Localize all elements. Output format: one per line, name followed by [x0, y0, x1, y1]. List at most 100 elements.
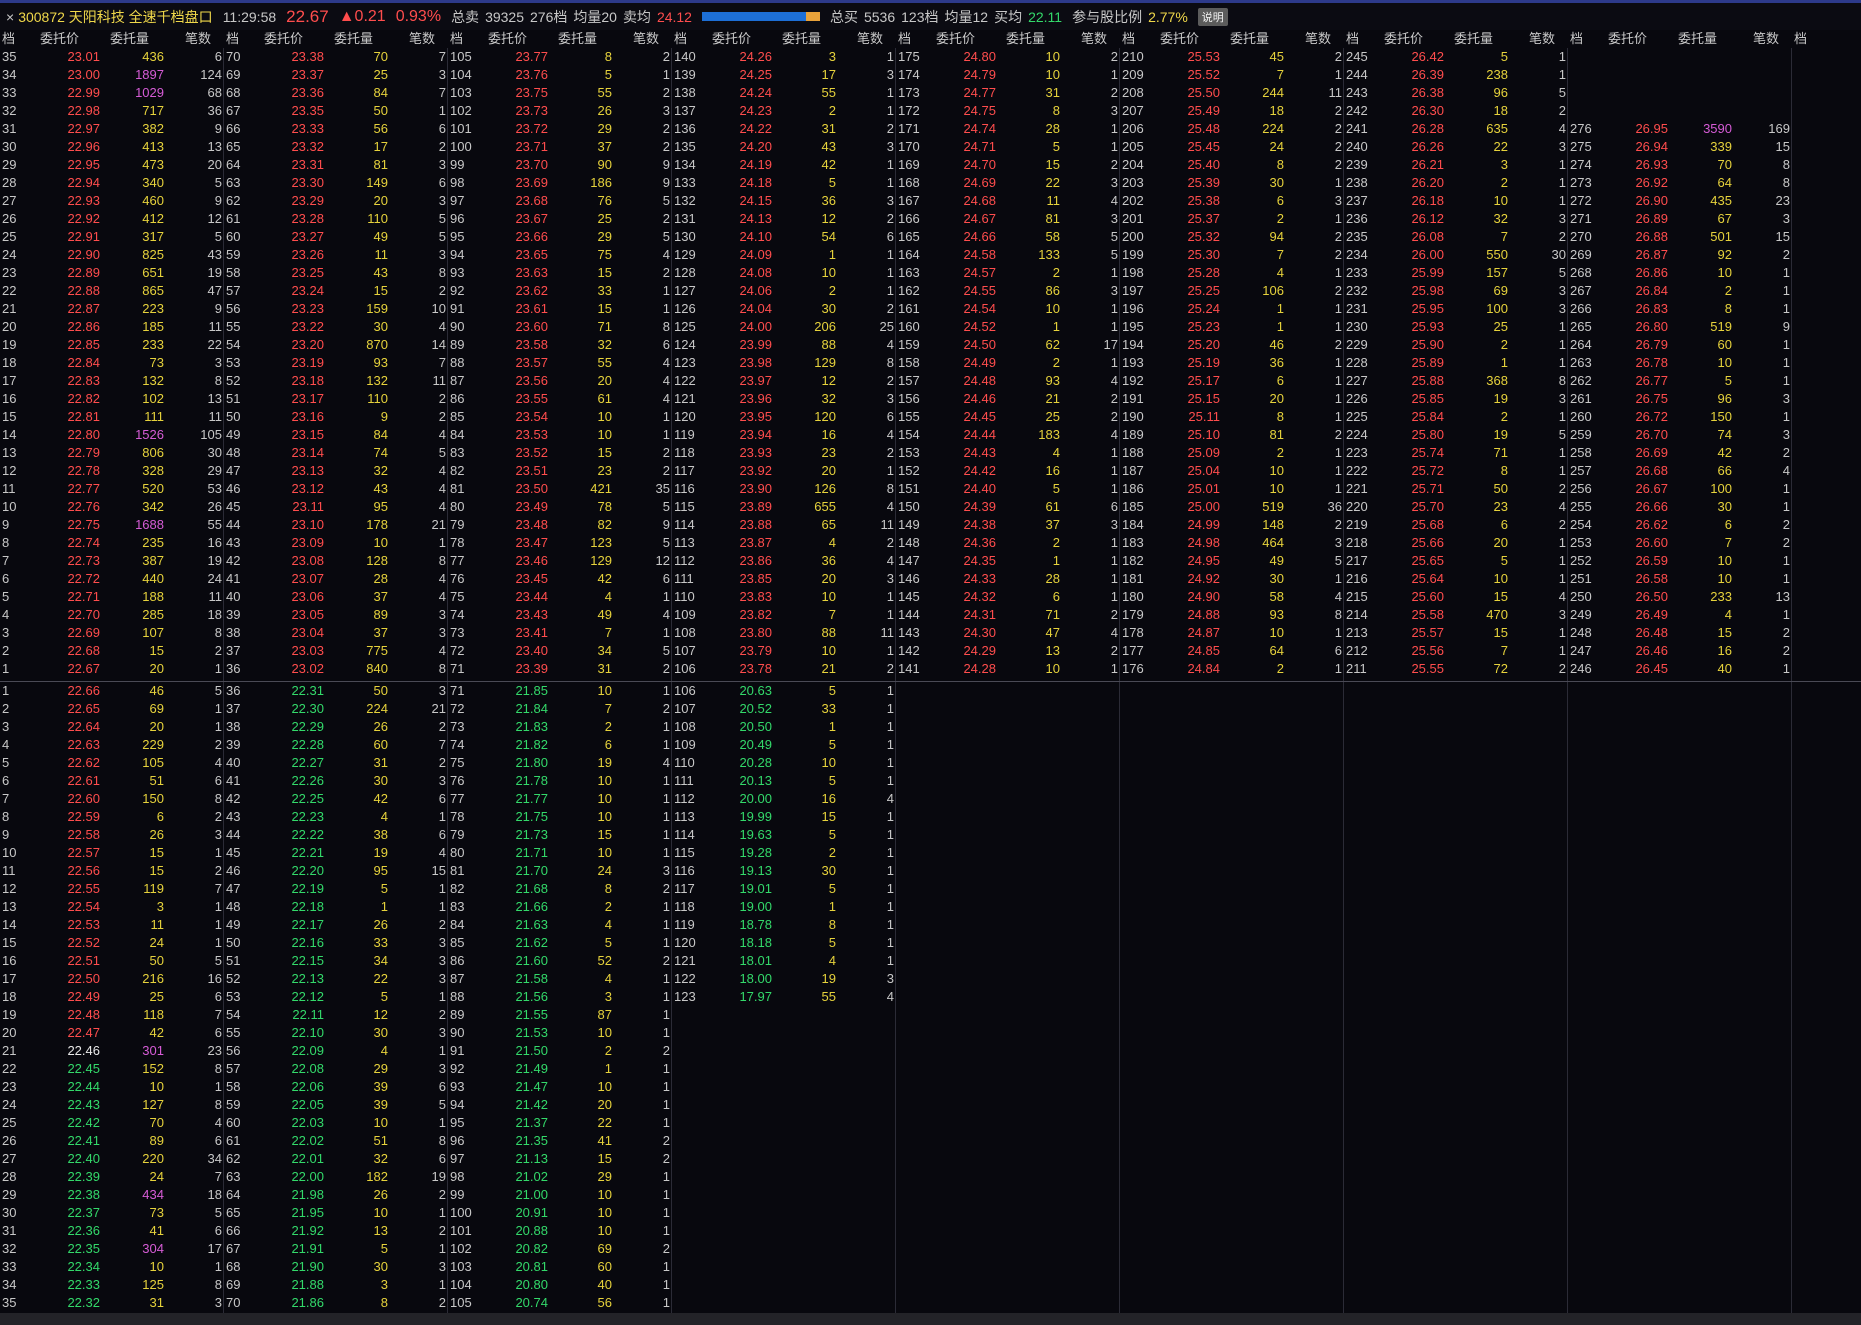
level-number: 47 — [226, 463, 241, 478]
order-count: 12 — [207, 211, 222, 226]
level-number: 70 — [226, 1295, 241, 1310]
column-header-price[interactable]: 委托价 — [40, 30, 79, 48]
column-header-count[interactable]: 笔数 — [857, 30, 883, 48]
column-header-level[interactable]: 档 — [226, 30, 239, 48]
column-header-volume[interactable]: 委托量 — [1678, 30, 1717, 48]
order-price: 22.54 — [67, 899, 100, 914]
level-number: 248 — [1570, 625, 1592, 640]
order-count: 8 — [1782, 175, 1790, 190]
order-price: 21.66 — [515, 899, 548, 914]
order-volume: 304 — [142, 1241, 164, 1256]
level-number: 177 — [1122, 643, 1144, 658]
order-volume: 24 — [597, 863, 612, 878]
order-price: 25.09 — [1187, 445, 1220, 460]
order-count: 1 — [886, 683, 894, 698]
order-price: 25.15 — [1187, 391, 1220, 406]
column-header-volume[interactable]: 委托量 — [558, 30, 597, 48]
column-header-count[interactable]: 笔数 — [1081, 30, 1107, 48]
order-price: 24.13 — [739, 211, 772, 226]
column-header-count[interactable]: 笔数 — [1305, 30, 1331, 48]
column-header-count[interactable]: 笔数 — [633, 30, 659, 48]
order-volume: 67 — [1717, 211, 1732, 226]
level-number: 265 — [1570, 319, 1592, 334]
column-header-level[interactable]: 档 — [2, 30, 15, 48]
order-volume: 186 — [590, 175, 612, 190]
order-volume: 16 — [1045, 463, 1060, 478]
level-number: 2 — [2, 643, 10, 658]
column-header-volume[interactable]: 委托量 — [1454, 30, 1493, 48]
order-count: 1 — [1110, 589, 1118, 604]
level-number: 77 — [450, 791, 465, 806]
level-number: 110 — [674, 755, 695, 770]
horizontal-scrollbar[interactable] — [0, 1313, 1861, 1325]
column-header-count[interactable]: 笔数 — [1753, 30, 1779, 48]
level-number: 216 — [1346, 571, 1368, 586]
order-count: 3 — [214, 355, 222, 370]
column-header-level[interactable]: 档 — [1570, 30, 1583, 48]
column-header-price[interactable]: 委托价 — [1160, 30, 1199, 48]
column-header-volume[interactable]: 委托量 — [334, 30, 373, 48]
order-volume: 12 — [373, 1007, 388, 1022]
participation-value: 2.77% — [1148, 8, 1188, 25]
order-count: 4 — [438, 589, 446, 604]
order-price: 23.75 — [515, 85, 548, 100]
order-volume: 36 — [821, 553, 836, 568]
column-header-price[interactable]: 委托价 — [488, 30, 527, 48]
column-header-count[interactable]: 笔数 — [185, 30, 211, 48]
order-volume: 10 — [597, 773, 612, 788]
level-number: 112 — [674, 553, 695, 568]
column-header-price[interactable]: 委托价 — [264, 30, 303, 48]
column-header-volume[interactable]: 委托量 — [782, 30, 821, 48]
price-change-pct: 0.93% — [395, 7, 442, 25]
order-volume: 10 — [373, 1115, 388, 1130]
order-count: 5 — [662, 499, 670, 514]
order-volume: 2 — [604, 719, 612, 734]
column-header-volume[interactable]: 委托量 — [1230, 30, 1269, 48]
order-count: 6 — [662, 571, 670, 586]
column-header-level[interactable]: 档 — [1794, 30, 1807, 48]
column-header-price[interactable]: 委托价 — [936, 30, 975, 48]
order-price: 25.71 — [1411, 481, 1444, 496]
order-volume: 4 — [604, 971, 612, 986]
column-header-price[interactable]: 委托价 — [1384, 30, 1423, 48]
order-count: 6 — [438, 1079, 446, 1094]
order-count: 5 — [438, 211, 446, 226]
column-header-price[interactable]: 委托价 — [1608, 30, 1647, 48]
order-volume: 23 — [1493, 499, 1508, 514]
level-number: 45 — [226, 845, 241, 860]
order-price: 23.10 — [291, 517, 324, 532]
column-header-volume[interactable]: 委托量 — [1006, 30, 1045, 48]
column-header-count[interactable]: 笔数 — [1529, 30, 1555, 48]
column-header-count[interactable]: 笔数 — [409, 30, 435, 48]
explain-button[interactable]: 说明 — [1197, 7, 1228, 26]
column-header-level[interactable]: 档 — [898, 30, 911, 48]
level-number: 164 — [898, 247, 920, 262]
column-header-level[interactable]: 档 — [1122, 30, 1135, 48]
level-number: 131 — [674, 211, 696, 226]
order-price: 21.35 — [515, 1133, 548, 1148]
order-volume: 1 — [380, 899, 388, 914]
column-header-price[interactable]: 委托价 — [712, 30, 751, 48]
close-icon[interactable]: × — [6, 9, 14, 25]
order-price: 26.46 — [1635, 643, 1668, 658]
column-header-level[interactable]: 档 — [450, 30, 463, 48]
order-count: 1 — [1110, 67, 1118, 82]
column-header-level[interactable]: 档 — [674, 30, 687, 48]
level-number: 12 — [2, 463, 17, 478]
level-number: 172 — [898, 103, 920, 118]
level-number: 34 — [2, 1277, 17, 1292]
column-header-level[interactable]: 档 — [1346, 30, 1359, 48]
order-price: 26.39 — [1411, 67, 1444, 82]
column-header-group: 档 委托价 委托量 笔数 — [448, 30, 672, 48]
order-price: 26.93 — [1635, 157, 1668, 172]
order-volume: 2 — [1052, 265, 1060, 280]
level-number: 257 — [1570, 463, 1592, 478]
level-number: 48 — [226, 899, 241, 914]
order-volume: 69 — [149, 701, 164, 716]
order-volume: 110 — [367, 391, 388, 406]
order-price: 22.83 — [67, 373, 100, 388]
level-number: 246 — [1570, 661, 1592, 676]
level-number: 54 — [226, 1007, 241, 1022]
order-volume: 6 — [1276, 193, 1284, 208]
column-header-volume[interactable]: 委托量 — [110, 30, 149, 48]
